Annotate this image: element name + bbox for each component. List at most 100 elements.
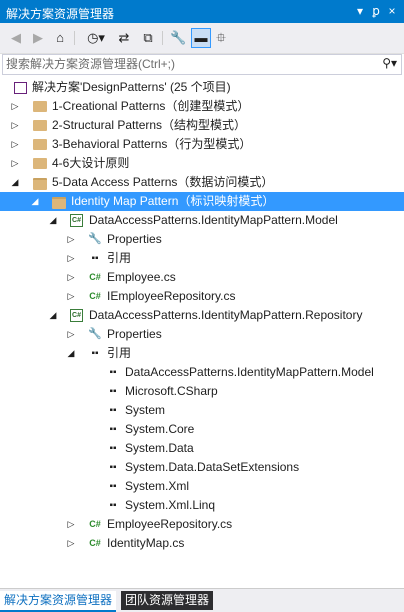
- tree-reference[interactable]: ▪▪ System.Xml: [0, 477, 404, 496]
- history-icon[interactable]: ◷▾: [82, 29, 110, 47]
- tree-item[interactable]: ▷ C# EmployeeRepository.cs: [0, 515, 404, 534]
- folder-icon: [33, 101, 47, 112]
- back-icon[interactable]: ◀: [8, 29, 24, 47]
- tree-folder[interactable]: ▷ 2-Structural Patterns（结构型模式）: [0, 116, 404, 135]
- tree-solution[interactable]: 解决方案'DesignPatterns' (25 个项目): [0, 78, 404, 97]
- collapse-icon[interactable]: ◢: [48, 306, 58, 325]
- folder-label: 5-Data Access Patterns（数据访问模式）: [52, 175, 274, 189]
- reference-icon: ▪▪: [109, 405, 117, 416]
- tree-item[interactable]: ◢ ▪▪ 引用: [0, 344, 404, 363]
- item-label: Employee.cs: [107, 270, 176, 284]
- folder-icon: [33, 139, 47, 150]
- tree-folder[interactable]: ▷ 3-Behavioral Patterns（行为型模式）: [0, 135, 404, 154]
- tree-project[interactable]: ◢ C# DataAccessPatterns.IdentityMapPatte…: [0, 306, 404, 325]
- reference-label: System.Data.DataSetExtensions: [125, 460, 300, 474]
- item-label: EmployeeRepository.cs: [107, 517, 233, 531]
- search-icon[interactable]: ⚲▾: [382, 56, 397, 70]
- expand-icon[interactable]: ▷: [66, 534, 76, 553]
- folder-label: Identity Map Pattern（标识映射模式）: [71, 194, 275, 208]
- solution-tree: 解决方案'DesignPatterns' (25 个项目) ▷ 1-Creati…: [0, 78, 404, 585]
- project-label: DataAccessPatterns.IdentityMapPattern.Mo…: [89, 213, 338, 227]
- tree-reference[interactable]: ▪▪ System.Data.DataSetExtensions: [0, 458, 404, 477]
- collapse-all-icon[interactable]: ⧉: [140, 29, 156, 47]
- tree-item[interactable]: ▷ 🔧 Properties: [0, 325, 404, 344]
- csharp-file-icon: C#: [89, 538, 101, 548]
- reference-label: System.Xml: [125, 479, 190, 493]
- reference-label: System.Data: [125, 441, 194, 455]
- window-title: 解决方案资源管理器: [6, 7, 115, 21]
- collapse-icon[interactable]: ◢: [48, 211, 58, 230]
- tree-project[interactable]: ◢ C# DataAccessPatterns.IdentityMapPatte…: [0, 211, 404, 230]
- reference-label: System.Core: [125, 422, 195, 436]
- tree-reference[interactable]: ▪▪ Microsoft.CSharp: [0, 382, 404, 401]
- folder-label: 2-Structural Patterns（结构型模式）: [52, 118, 247, 132]
- view-icon[interactable]: ⯐: [213, 29, 229, 47]
- tree-reference[interactable]: ▪▪ DataAccessPatterns.IdentityMapPattern…: [0, 363, 404, 382]
- properties-icon[interactable]: 🔧: [170, 29, 186, 47]
- expand-icon[interactable]: ▷: [66, 230, 76, 249]
- wrench-icon: 🔧: [88, 233, 102, 245]
- expand-icon[interactable]: ▷: [10, 154, 20, 173]
- sync-icon[interactable]: ⇄: [116, 29, 132, 47]
- solution-label: 解决方案'DesignPatterns' (25 个项目): [32, 80, 231, 94]
- bottom-tab-bar: 解决方案资源管理器 团队资源管理器: [0, 588, 404, 612]
- item-label: Properties: [107, 232, 162, 246]
- preview-icon[interactable]: ▬: [191, 28, 211, 48]
- reference-label: System.Xml.Linq: [125, 498, 216, 512]
- solution-icon: [14, 82, 27, 94]
- reference-icon: ▪▪: [109, 386, 117, 397]
- folder-label: 3-Behavioral Patterns（行为型模式）: [52, 137, 252, 151]
- wrench-icon: 🔧: [88, 328, 102, 340]
- close-icon[interactable]: ×: [384, 3, 400, 19]
- expand-icon[interactable]: ▷: [10, 97, 20, 116]
- item-label: Properties: [107, 327, 162, 341]
- expand-icon[interactable]: ▷: [66, 249, 76, 268]
- tree-folder[interactable]: ▷ 1-Creational Patterns（创建型模式）: [0, 97, 404, 116]
- collapse-icon[interactable]: ◢: [66, 344, 76, 363]
- tree-folder[interactable]: ▷ 4-6大设计原则: [0, 154, 404, 173]
- expand-icon[interactable]: ▷: [10, 116, 20, 135]
- expand-icon[interactable]: ▷: [66, 287, 76, 306]
- collapse-icon[interactable]: ◢: [10, 173, 20, 192]
- search-input[interactable]: [6, 56, 366, 71]
- tree-reference[interactable]: ▪▪ System: [0, 401, 404, 420]
- tree-item[interactable]: ▷ ▪▪ 引用: [0, 249, 404, 268]
- pin-icon[interactable]: ꝑ: [368, 3, 384, 19]
- expand-icon[interactable]: ▷: [10, 135, 20, 154]
- forward-icon[interactable]: ▶: [30, 29, 46, 47]
- references-icon: ▪▪: [91, 253, 99, 264]
- tab-team-explorer[interactable]: 团队资源管理器: [121, 591, 214, 610]
- tab-solution-explorer[interactable]: 解决方案资源管理器: [0, 591, 117, 612]
- reference-label: DataAccessPatterns.IdentityMapPattern.Mo…: [125, 365, 374, 379]
- item-label: IEmployeeRepository.cs: [107, 289, 236, 303]
- csharp-file-icon: C#: [89, 519, 101, 529]
- item-label: 引用: [107, 251, 132, 265]
- tree-item[interactable]: ▷ 🔧 Properties: [0, 230, 404, 249]
- expand-icon[interactable]: ▷: [66, 325, 76, 344]
- tree-folder[interactable]: ◢ 5-Data Access Patterns（数据访问模式）: [0, 173, 404, 192]
- tree-item[interactable]: ▷ C# IEmployeeRepository.cs: [0, 287, 404, 306]
- folder-label: 4-6大设计原则: [52, 156, 130, 170]
- tree-reference[interactable]: ▪▪ System.Core: [0, 420, 404, 439]
- item-label: IdentityMap.cs: [107, 536, 185, 550]
- window-dropdown-icon[interactable]: ▾: [352, 3, 368, 19]
- folder-open-icon: [33, 178, 47, 190]
- tree-item[interactable]: ▷ C# IdentityMap.cs: [0, 534, 404, 553]
- window-titlebar: 解决方案资源管理器 ▾ ꝑ ×: [0, 0, 404, 23]
- toolbar: ◀ ▶ ⌂ ◷▾ ⇄ ⧉ 🔧 ▬ ⯐: [0, 23, 404, 54]
- folder-open-icon: [52, 197, 66, 209]
- csharp-project-icon: C#: [70, 309, 83, 322]
- reference-icon: ▪▪: [109, 424, 117, 435]
- expand-icon[interactable]: ▷: [66, 515, 76, 534]
- collapse-icon[interactable]: ◢: [30, 192, 40, 211]
- csharp-file-icon: C#: [89, 272, 101, 282]
- tree-item[interactable]: ▷ C# Employee.cs: [0, 268, 404, 287]
- tree-folder-selected[interactable]: ◢ Identity Map Pattern（标识映射模式）: [0, 192, 404, 211]
- reference-icon: ▪▪: [109, 443, 117, 454]
- tree-reference[interactable]: ▪▪ System.Xml.Linq: [0, 496, 404, 515]
- expand-icon[interactable]: ▷: [66, 268, 76, 287]
- folder-icon: [33, 158, 47, 169]
- home-icon[interactable]: ⌂: [52, 29, 68, 47]
- toolbar-separator: [162, 31, 163, 45]
- tree-reference[interactable]: ▪▪ System.Data: [0, 439, 404, 458]
